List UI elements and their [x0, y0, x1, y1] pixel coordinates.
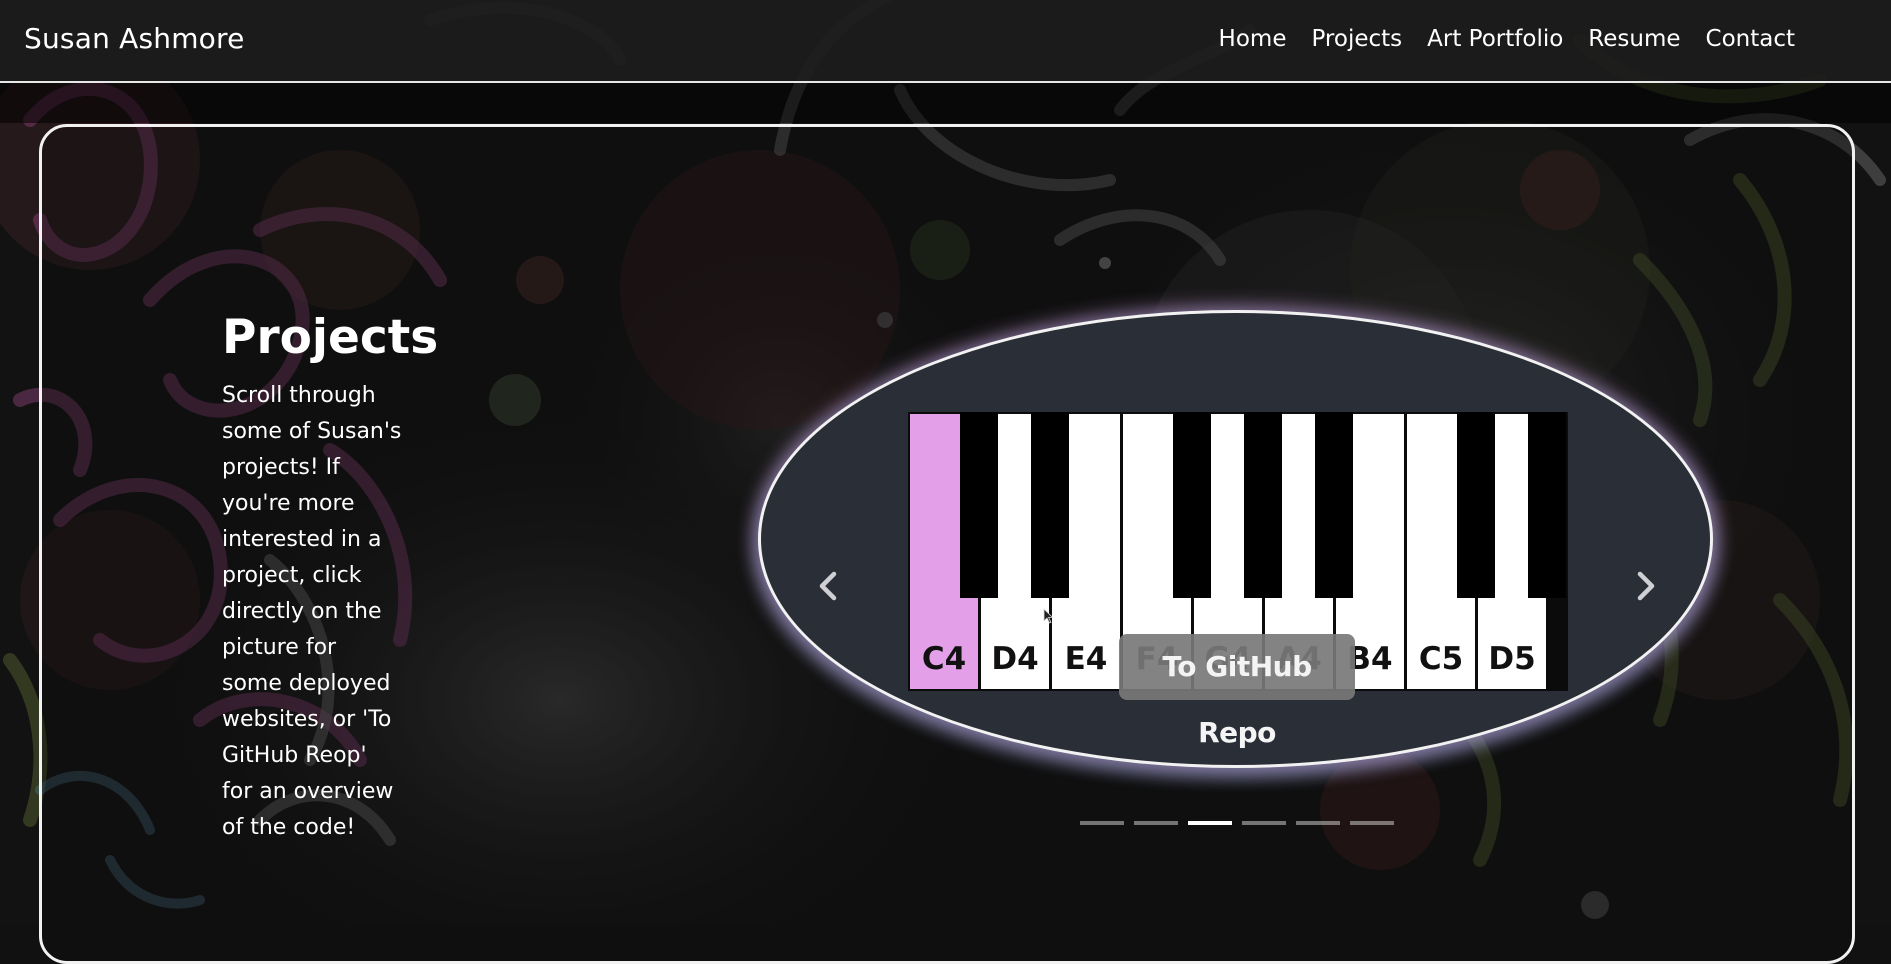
piano-key-label: E4: [1064, 641, 1108, 677]
nav-links: Home Projects Art Portfolio Resume Conta…: [1219, 26, 1795, 52]
piano-black-key: [1173, 412, 1211, 598]
piano-key-label: C4: [921, 641, 967, 677]
cursor-icon: [1043, 608, 1054, 624]
carousel-indicator-4[interactable]: [1242, 821, 1286, 825]
carousel-indicator-3[interactable]: [1188, 821, 1232, 825]
piano-black-key: [1457, 412, 1495, 598]
carousel-indicator-5[interactable]: [1296, 821, 1340, 825]
carousel-indicator-2[interactable]: [1134, 821, 1178, 825]
navbar: Susan Ashmore Home Projects Art Portfoli…: [0, 0, 1891, 83]
nav-link-contact[interactable]: Contact: [1706, 26, 1795, 52]
piano-key-label: C5: [1418, 641, 1464, 677]
chevron-left-icon: [819, 571, 837, 601]
piano-key-label: D5: [1488, 641, 1536, 677]
carousel-indicators: [1080, 821, 1394, 825]
carousel-next-button[interactable]: [1628, 566, 1662, 606]
piano-black-key: [960, 412, 998, 598]
piano-black-key: [1315, 412, 1353, 598]
piano-key-label: D4: [991, 641, 1039, 677]
piano-black-key: [1528, 412, 1566, 598]
carousel-indicator-6[interactable]: [1350, 821, 1394, 825]
projects-description: Scroll through some of Susan's projects!…: [222, 383, 402, 840]
carousel-indicator-1[interactable]: [1080, 821, 1124, 825]
chevron-right-icon: [1637, 571, 1655, 601]
nav-link-art-portfolio[interactable]: Art Portfolio: [1427, 26, 1563, 52]
nav-link-projects[interactable]: Projects: [1311, 26, 1402, 52]
piano-black-key: [1031, 412, 1069, 598]
nav-link-resume[interactable]: Resume: [1588, 26, 1680, 52]
github-repo-button[interactable]: To GitHub Repo: [1119, 634, 1355, 749]
page-title: Projects: [222, 310, 439, 365]
brand-logo[interactable]: Susan Ashmore: [24, 22, 245, 55]
nav-link-home[interactable]: Home: [1219, 26, 1287, 52]
piano-black-key: [1244, 412, 1282, 598]
carousel-prev-button[interactable]: [812, 566, 846, 606]
